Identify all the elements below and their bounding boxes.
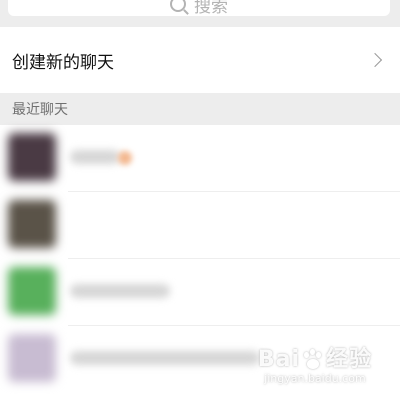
recent-chat-list: Bai 经验 jingyan.baidu.com xyxy=(0,125,400,400)
screen: 搜索 创建新的聊天 最近聊天 Bai 经验 jingyan.baidu.com xyxy=(0,0,400,400)
avatar xyxy=(8,133,56,181)
watermark-brand-right: 经验 xyxy=(325,347,372,372)
search-area: 搜索 xyxy=(0,0,400,27)
chat-item[interactable] xyxy=(0,125,400,191)
chat-name-redacted xyxy=(70,150,120,164)
chat-name-redacted xyxy=(70,351,260,365)
search-icon xyxy=(170,0,186,12)
chat-item[interactable] xyxy=(0,259,400,325)
watermark-domain: jingyan.baidu.com xyxy=(264,372,366,385)
create-new-chat-row[interactable]: 创建新的聊天 xyxy=(0,27,400,93)
create-new-chat-label: 创建新的聊天 xyxy=(12,52,114,73)
avatar xyxy=(8,334,56,382)
search-placeholder: 搜索 xyxy=(194,0,228,17)
avatar xyxy=(8,267,56,315)
baidu-paw-icon xyxy=(302,349,324,371)
chat-emoji-redacted xyxy=(118,151,132,165)
recent-chats-header: 最近聊天 xyxy=(0,93,400,125)
baidu-jingyan-watermark: Bai 经验 jingyan.baidu.com xyxy=(257,347,372,385)
chat-name-redacted xyxy=(70,284,170,298)
avatar xyxy=(8,200,56,248)
search-input[interactable]: 搜索 xyxy=(8,0,390,17)
chevron-right-icon xyxy=(367,52,383,68)
watermark-brand-left: Bai xyxy=(257,347,300,372)
chat-item[interactable] xyxy=(0,192,400,258)
